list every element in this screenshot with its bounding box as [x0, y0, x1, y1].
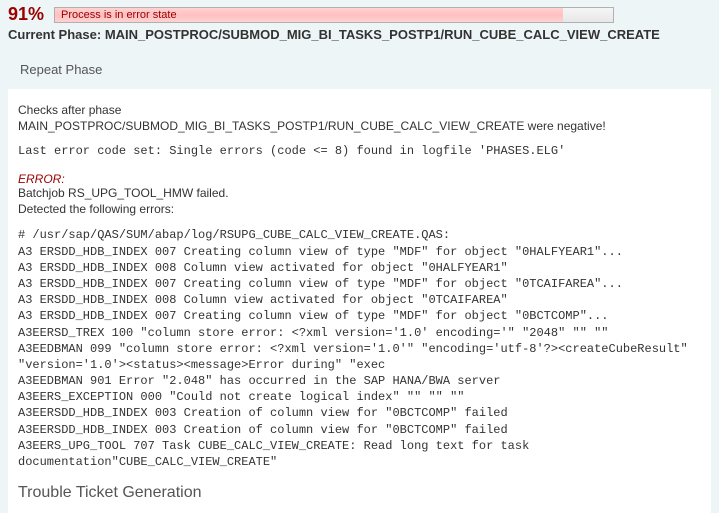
- progress-bar-fill: Process is in error state: [55, 8, 563, 22]
- checks-after-phase: Checks after phase MAIN_POSTPROC/SUBMOD_…: [18, 103, 701, 134]
- log-output: # /usr/sap/QAS/SUM/abap/log/RSUPG_CUBE_C…: [18, 227, 701, 470]
- last-error-code: Last error code set: Single errors (code…: [18, 144, 701, 158]
- checks-line2: MAIN_POSTPROC/SUBMOD_MIG_BI_TASKS_POSTP1…: [18, 119, 606, 133]
- content-panel: Checks after phase MAIN_POSTPROC/SUBMOD_…: [8, 89, 711, 513]
- phase-path: MAIN_POSTPROC/SUBMOD_MIG_BI_TASKS_POSTP1…: [105, 27, 660, 42]
- error-detail-1: Batchjob RS_UPG_TOOL_HMW failed.: [18, 186, 701, 202]
- progress-percent: 91%: [8, 4, 44, 25]
- trouble-ticket-title: Trouble Ticket Generation: [18, 484, 701, 502]
- progress-bar-text: Process is in error state: [61, 9, 177, 21]
- phase-prefix: Current Phase:: [8, 27, 105, 42]
- error-label: ERROR:: [18, 172, 701, 186]
- checks-line1: Checks after phase: [18, 103, 121, 117]
- current-phase-line: Current Phase: MAIN_POSTPROC/SUBMOD_MIG_…: [8, 27, 711, 42]
- error-detail-2: Detected the following errors:: [18, 202, 701, 218]
- progress-bar: Process is in error state: [54, 7, 614, 23]
- repeat-phase-link[interactable]: Repeat Phase: [0, 46, 719, 89]
